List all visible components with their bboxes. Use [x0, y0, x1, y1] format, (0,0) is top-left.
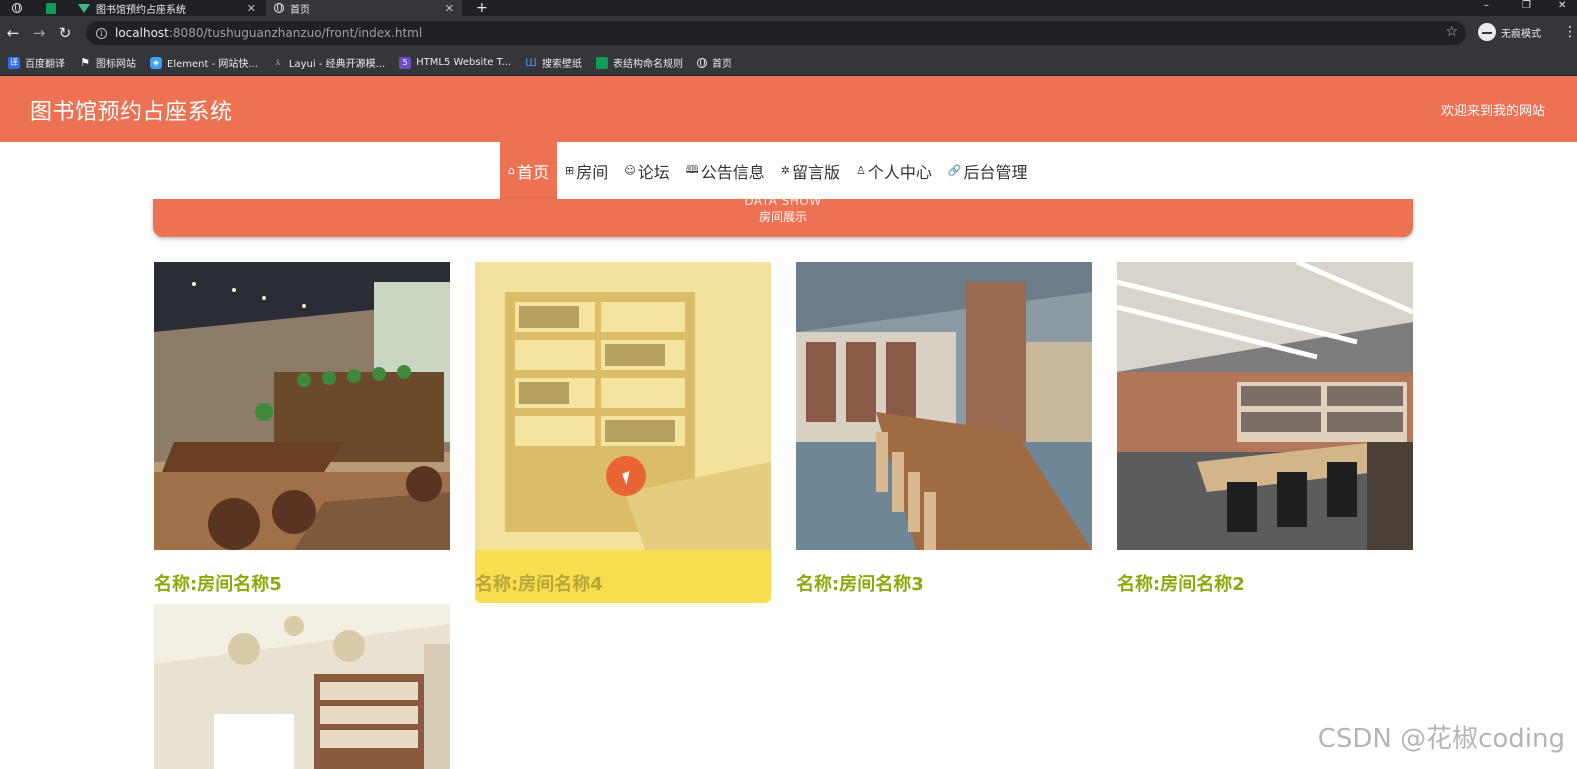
bookmark-label: HTML5 Website T...	[416, 57, 512, 68]
nav-label: 首页	[516, 162, 549, 182]
user-icon: ♙	[855, 164, 866, 177]
bookmarks-bar: 译 百度翻译 ⚑ 图标网站 ◈ Element - 网站快... ⅄ Layui…	[0, 50, 1577, 76]
globe-icon	[274, 3, 284, 13]
room-name[interactable]: 名称:房间名称2	[1117, 570, 1413, 596]
nav-message-board[interactable]: ✲ 留言版	[773, 142, 848, 199]
room-name[interactable]: 名称:房间名称3	[796, 570, 1092, 596]
sheet-icon	[596, 56, 609, 69]
back-arrow-icon[interactable]: ←	[0, 24, 26, 42]
address-bar[interactable]: i localhost :8080/tushuguanzhanzuo/front…	[86, 21, 1466, 45]
nav-notice[interactable]: 🕮 公告信息	[678, 142, 773, 199]
section-banner: DATA SHOW 房间展示	[153, 195, 1413, 237]
link-icon: 🔗	[947, 164, 962, 177]
tab-home[interactable]: 首页 ✕	[266, 0, 462, 16]
site-header: 图书馆预约占座系统 欢迎来到我的网站	[0, 76, 1577, 142]
section-title-zh: 房间展示	[758, 210, 807, 224]
bookmark-label: 搜索壁纸	[542, 59, 583, 70]
room-photo[interactable]	[796, 262, 1092, 550]
star-icon[interactable]: ☆	[1445, 24, 1458, 40]
info-icon[interactable]: i	[96, 27, 107, 39]
new-tab-button[interactable]: +	[468, 0, 496, 16]
bookmark-label: 首页	[712, 59, 733, 70]
translate-icon: 译	[8, 56, 20, 69]
bookmark-label: Layui - 经典开源模...	[288, 59, 386, 70]
room-name[interactable]: 名称:房间名称4	[475, 570, 771, 596]
nav-user-center[interactable]: ♙ 个人中心	[848, 142, 940, 199]
globe-icon	[697, 57, 708, 68]
url-path: :8080/tushuguanzhanzuo/front/index.html	[168, 26, 423, 40]
browser-toolbar: ← → ↻ i localhost :8080/tushuguanzhanzuo…	[0, 16, 1577, 50]
room-card[interactable]: 名称:房间名称2	[1117, 262, 1413, 596]
forum-icon: ☺	[624, 164, 636, 177]
close-icon[interactable]: ✕	[445, 2, 454, 15]
reload-icon[interactable]: ↻	[52, 24, 78, 42]
section-title-en: DATA SHOW	[744, 194, 822, 208]
nav-forum[interactable]: ☺ 论坛	[616, 142, 677, 199]
bookmark-label: Element - 网站快...	[167, 59, 258, 70]
welcome-text: 欢迎来到我的网站	[1440, 104, 1545, 119]
restore-icon[interactable]: ❐	[1522, 0, 1531, 11]
html5-icon: 5	[399, 56, 412, 69]
bookmark-table-naming[interactable]: 表结构命名规则	[596, 55, 683, 70]
bookmark-html5[interactable]: 5 HTML5 Website T...	[399, 56, 512, 69]
wallpaper-icon: Ш	[525, 55, 537, 69]
bookmark-home[interactable]: 首页	[697, 55, 732, 70]
bookmark-icon-site[interactable]: ⚑ 图标网站	[79, 55, 136, 70]
room-photo[interactable]	[1117, 262, 1413, 550]
room-icon: ⊞	[565, 164, 575, 177]
home-icon: ⌂	[508, 164, 515, 177]
layui-icon: ⅄	[275, 57, 281, 67]
nav-label: 留言版	[791, 162, 840, 182]
message-icon: ✲	[780, 164, 790, 177]
tab-title: 图书馆预约占座系统	[96, 4, 186, 16]
bookmark-label: 图标网站	[96, 59, 136, 70]
room-card[interactable]: 名称:房间名称3	[796, 262, 1092, 596]
incognito-label: 无痕模式	[1501, 28, 1541, 40]
browser-tab-strip: 图书馆预约占座系统 ✕ 首页 ✕ + – ❐ ✕	[0, 0, 1577, 16]
site-title: 图书馆预约占座系统	[30, 100, 233, 125]
room-card[interactable]	[154, 604, 450, 769]
incognito-icon	[1478, 23, 1496, 41]
room-photo[interactable]	[475, 262, 771, 550]
sheet-icon	[46, 2, 56, 14]
nav-label: 论坛	[637, 162, 670, 182]
bookmark-label: 百度翻译	[25, 59, 65, 70]
forward-arrow-icon[interactable]: →	[26, 24, 52, 42]
room-name[interactable]: 名称:房间名称5	[154, 570, 450, 596]
globe-icon	[12, 3, 22, 13]
nav-label: 公告信息	[700, 162, 765, 182]
minimize-icon[interactable]: –	[1484, 0, 1489, 11]
tab-library-system[interactable]: 图书馆预约占座系统 ✕	[70, 0, 264, 16]
nav-label: 个人中心	[867, 162, 932, 182]
flag-icon: ⚑	[80, 55, 90, 69]
vue-icon	[78, 3, 90, 13]
bookmark-layui[interactable]: ⅄ Layui - 经典开源模...	[272, 55, 386, 71]
bookmark-baidu-translate[interactable]: 译 百度翻译	[8, 55, 65, 70]
bookmark-label: 表结构命名规则	[613, 59, 684, 70]
notice-icon: 🕮	[685, 163, 699, 176]
tab-pinned-2[interactable]	[38, 0, 64, 16]
nav-room[interactable]: ⊞ 房间	[557, 142, 616, 199]
watermark: CSDN @花椒coding	[1317, 724, 1565, 754]
menu-dots-icon[interactable]: ⋮	[1563, 24, 1577, 40]
incognito-indicator[interactable]: 无痕模式	[1478, 23, 1541, 41]
nav-label: 后台管理	[963, 162, 1028, 182]
bookmark-wallpaper[interactable]: Ш 搜索壁纸	[525, 55, 582, 70]
tab-pinned-1[interactable]	[4, 0, 30, 16]
close-icon[interactable]: ✕	[247, 2, 256, 15]
window-close-icon[interactable]: ✕	[1558, 0, 1566, 11]
bookmark-element[interactable]: ◈ Element - 网站快...	[150, 55, 258, 70]
main-nav: ⌂ 首页 ⊞ 房间 ☺ 论坛 🕮 公告信息 ✲ 留言版 ♙ 个人中心 🔗 后台管…	[500, 142, 1036, 199]
room-card[interactable]: 名称:房间名称5	[154, 262, 450, 596]
element-icon: ◈	[150, 56, 162, 69]
room-card-hovered[interactable]: 名称:房间名称4	[475, 262, 771, 603]
url-host: localhost	[115, 26, 169, 40]
room-photo[interactable]	[154, 604, 450, 769]
tab-title: 首页	[290, 4, 310, 16]
nav-admin[interactable]: 🔗 后台管理	[940, 142, 1036, 199]
nav-home[interactable]: ⌂ 首页	[500, 142, 557, 199]
room-photo[interactable]	[154, 262, 450, 550]
nav-label: 房间	[576, 162, 609, 182]
